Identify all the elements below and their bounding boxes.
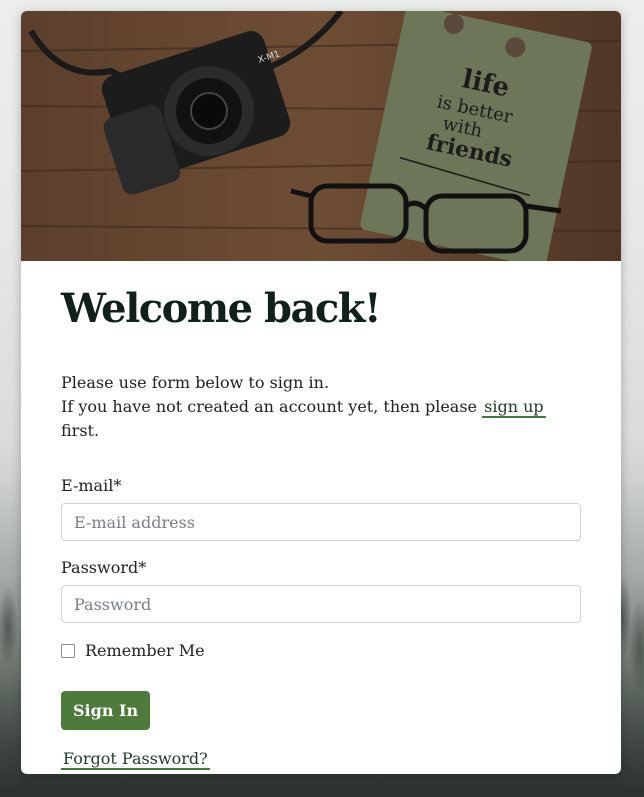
email-label: E-mail* xyxy=(61,476,122,495)
hero-image: X-M1 life is better with friends xyxy=(21,11,621,261)
forgot-password-row: Forgot Password? xyxy=(61,747,581,771)
password-field[interactable] xyxy=(61,585,581,623)
intro-text: Please use form below to sign in. If you… xyxy=(61,371,581,443)
intro-line-2-before: If you have not created an account yet, … xyxy=(61,397,478,416)
remember-me-label: Remember Me xyxy=(85,641,205,660)
login-card: X-M1 life is better with friends Welcome… xyxy=(21,11,621,774)
intro-line-2: If you have not created an account yet, … xyxy=(61,395,581,443)
intro-line-1: Please use form below to sign in. xyxy=(61,373,330,392)
forgot-password-link[interactable]: Forgot Password? xyxy=(61,749,210,770)
sign-up-link[interactable]: sign up xyxy=(482,397,546,418)
remember-me-checkbox[interactable] xyxy=(61,643,75,658)
page-title: Welcome back! xyxy=(61,285,382,332)
email-field[interactable] xyxy=(61,503,581,541)
remember-me: Remember Me xyxy=(61,641,581,660)
sign-in-button[interactable]: Sign In xyxy=(61,691,151,730)
intro-line-2-after: first. xyxy=(61,421,100,440)
password-label: Password* xyxy=(61,558,147,577)
